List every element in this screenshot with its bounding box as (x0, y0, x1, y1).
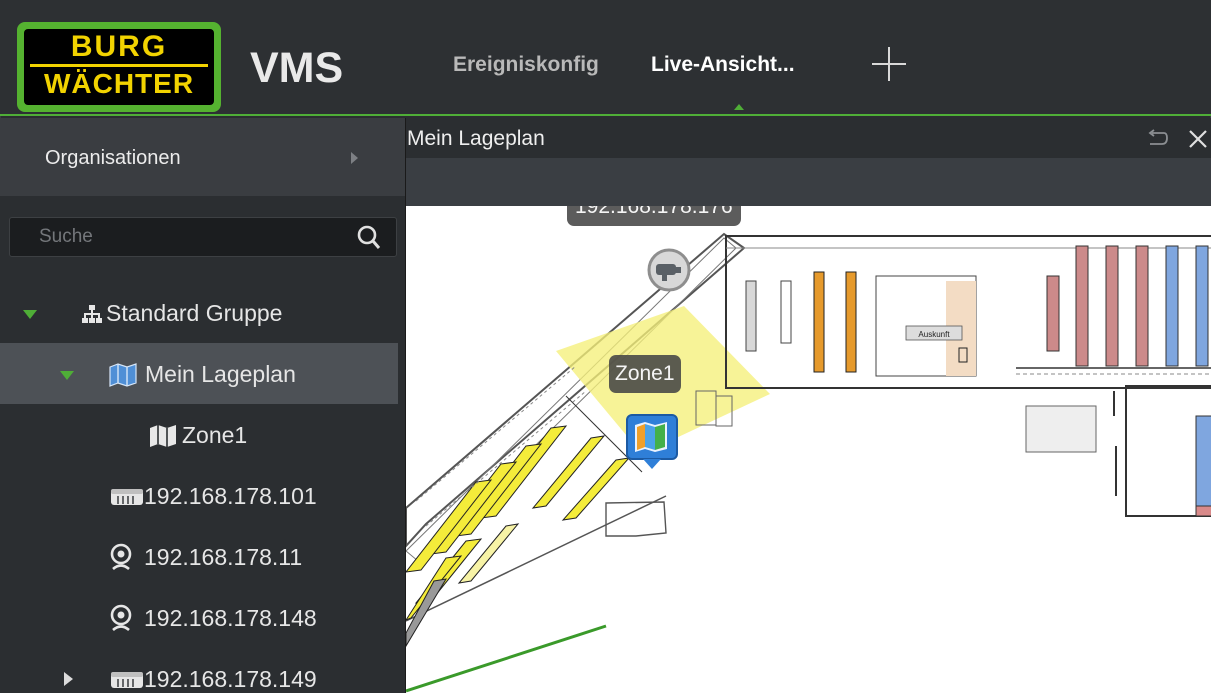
tab-ereigniskonfig[interactable]: Ereigniskonfig (453, 51, 599, 79)
add-tab-button[interactable] (872, 47, 906, 81)
nvr-device-icon (111, 672, 143, 688)
search-input[interactable] (10, 218, 340, 256)
map-icon (150, 425, 176, 447)
tree-item-device[interactable]: 192.168.178.149 (0, 648, 398, 693)
undo-icon[interactable] (1146, 129, 1168, 149)
organisationen-header[interactable]: Organisationen (0, 118, 405, 196)
tree-item-label: Mein Lageplan (145, 361, 296, 387)
sidebar: Organisationen Stan (0, 118, 405, 693)
vms-app-window: BURG WÄCHTER VMS Ereigniskonfig Live-Ans… (0, 0, 1211, 693)
expand-right-icon[interactable] (64, 672, 73, 686)
top-header-bar: BURG WÄCHTER VMS Ereigniskonfig Live-Ans… (0, 0, 1211, 116)
close-icon[interactable] (1187, 128, 1209, 150)
tab-live-ansicht[interactable]: Live-Ansicht... (651, 51, 795, 79)
map-panel: Mein Lageplan Auskunft 192.168.178.176 Z… (405, 118, 1211, 693)
org-tree-icon (82, 305, 102, 323)
expand-down-icon[interactable] (23, 310, 37, 319)
tree-item-zone1[interactable]: Zone1 (0, 404, 398, 465)
zone-tooltip: Zone1 (609, 355, 681, 393)
tree-item-label: Zone1 (182, 422, 248, 448)
camera-tooltip: 192.168.178.176 (567, 206, 741, 226)
burg-waechter-logo: BURG WÄCHTER (17, 22, 221, 112)
map-icon (109, 363, 137, 387)
tree-item-device[interactable]: 192.168.178.101 (0, 465, 398, 526)
search-box (9, 217, 397, 257)
floorplan-canvas[interactable]: Auskunft 192.168.178.176 Zone1 (406, 206, 1211, 693)
logo-text-line2: WÄCHTER (30, 64, 208, 101)
tree-item-label: Standard Gruppe (106, 300, 283, 326)
zone-marker[interactable] (625, 413, 679, 473)
map-toolbar (406, 158, 1211, 206)
floorplan-image: Auskunft (406, 232, 1211, 693)
tree-item-device[interactable]: 192.168.178.11 (0, 526, 398, 587)
camera-marker[interactable] (646, 247, 692, 293)
tree-item-label: 192.168.178.11 (144, 544, 303, 570)
active-tab-indicator (734, 104, 744, 110)
tree-item-device[interactable]: 192.168.178.148 (0, 587, 398, 648)
search-icon[interactable] (357, 225, 381, 251)
tree-item-label: 192.168.178.148 (144, 605, 317, 631)
tree-item-label: 192.168.178.149 (144, 666, 317, 692)
tree-item-label: 192.168.178.101 (144, 483, 317, 509)
logo-text-line1: BURG (70, 30, 168, 63)
nvr-device-icon (111, 489, 143, 505)
chevron-right-icon (351, 152, 358, 164)
organisationen-label: Organisationen (45, 147, 181, 169)
map-titlebar: Mein Lageplan (406, 118, 1211, 158)
app-name: VMS (250, 44, 344, 92)
map-title: Mein Lageplan (407, 127, 545, 150)
expand-down-icon[interactable] (60, 371, 74, 380)
webcam-icon (110, 604, 132, 632)
webcam-icon (110, 543, 132, 571)
floorplan-label-auskunft: Auskunft (918, 330, 950, 339)
tree-item-mein-lageplan[interactable]: Mein Lageplan (0, 343, 398, 404)
tree-item-standard-gruppe[interactable]: Standard Gruppe (0, 282, 398, 343)
